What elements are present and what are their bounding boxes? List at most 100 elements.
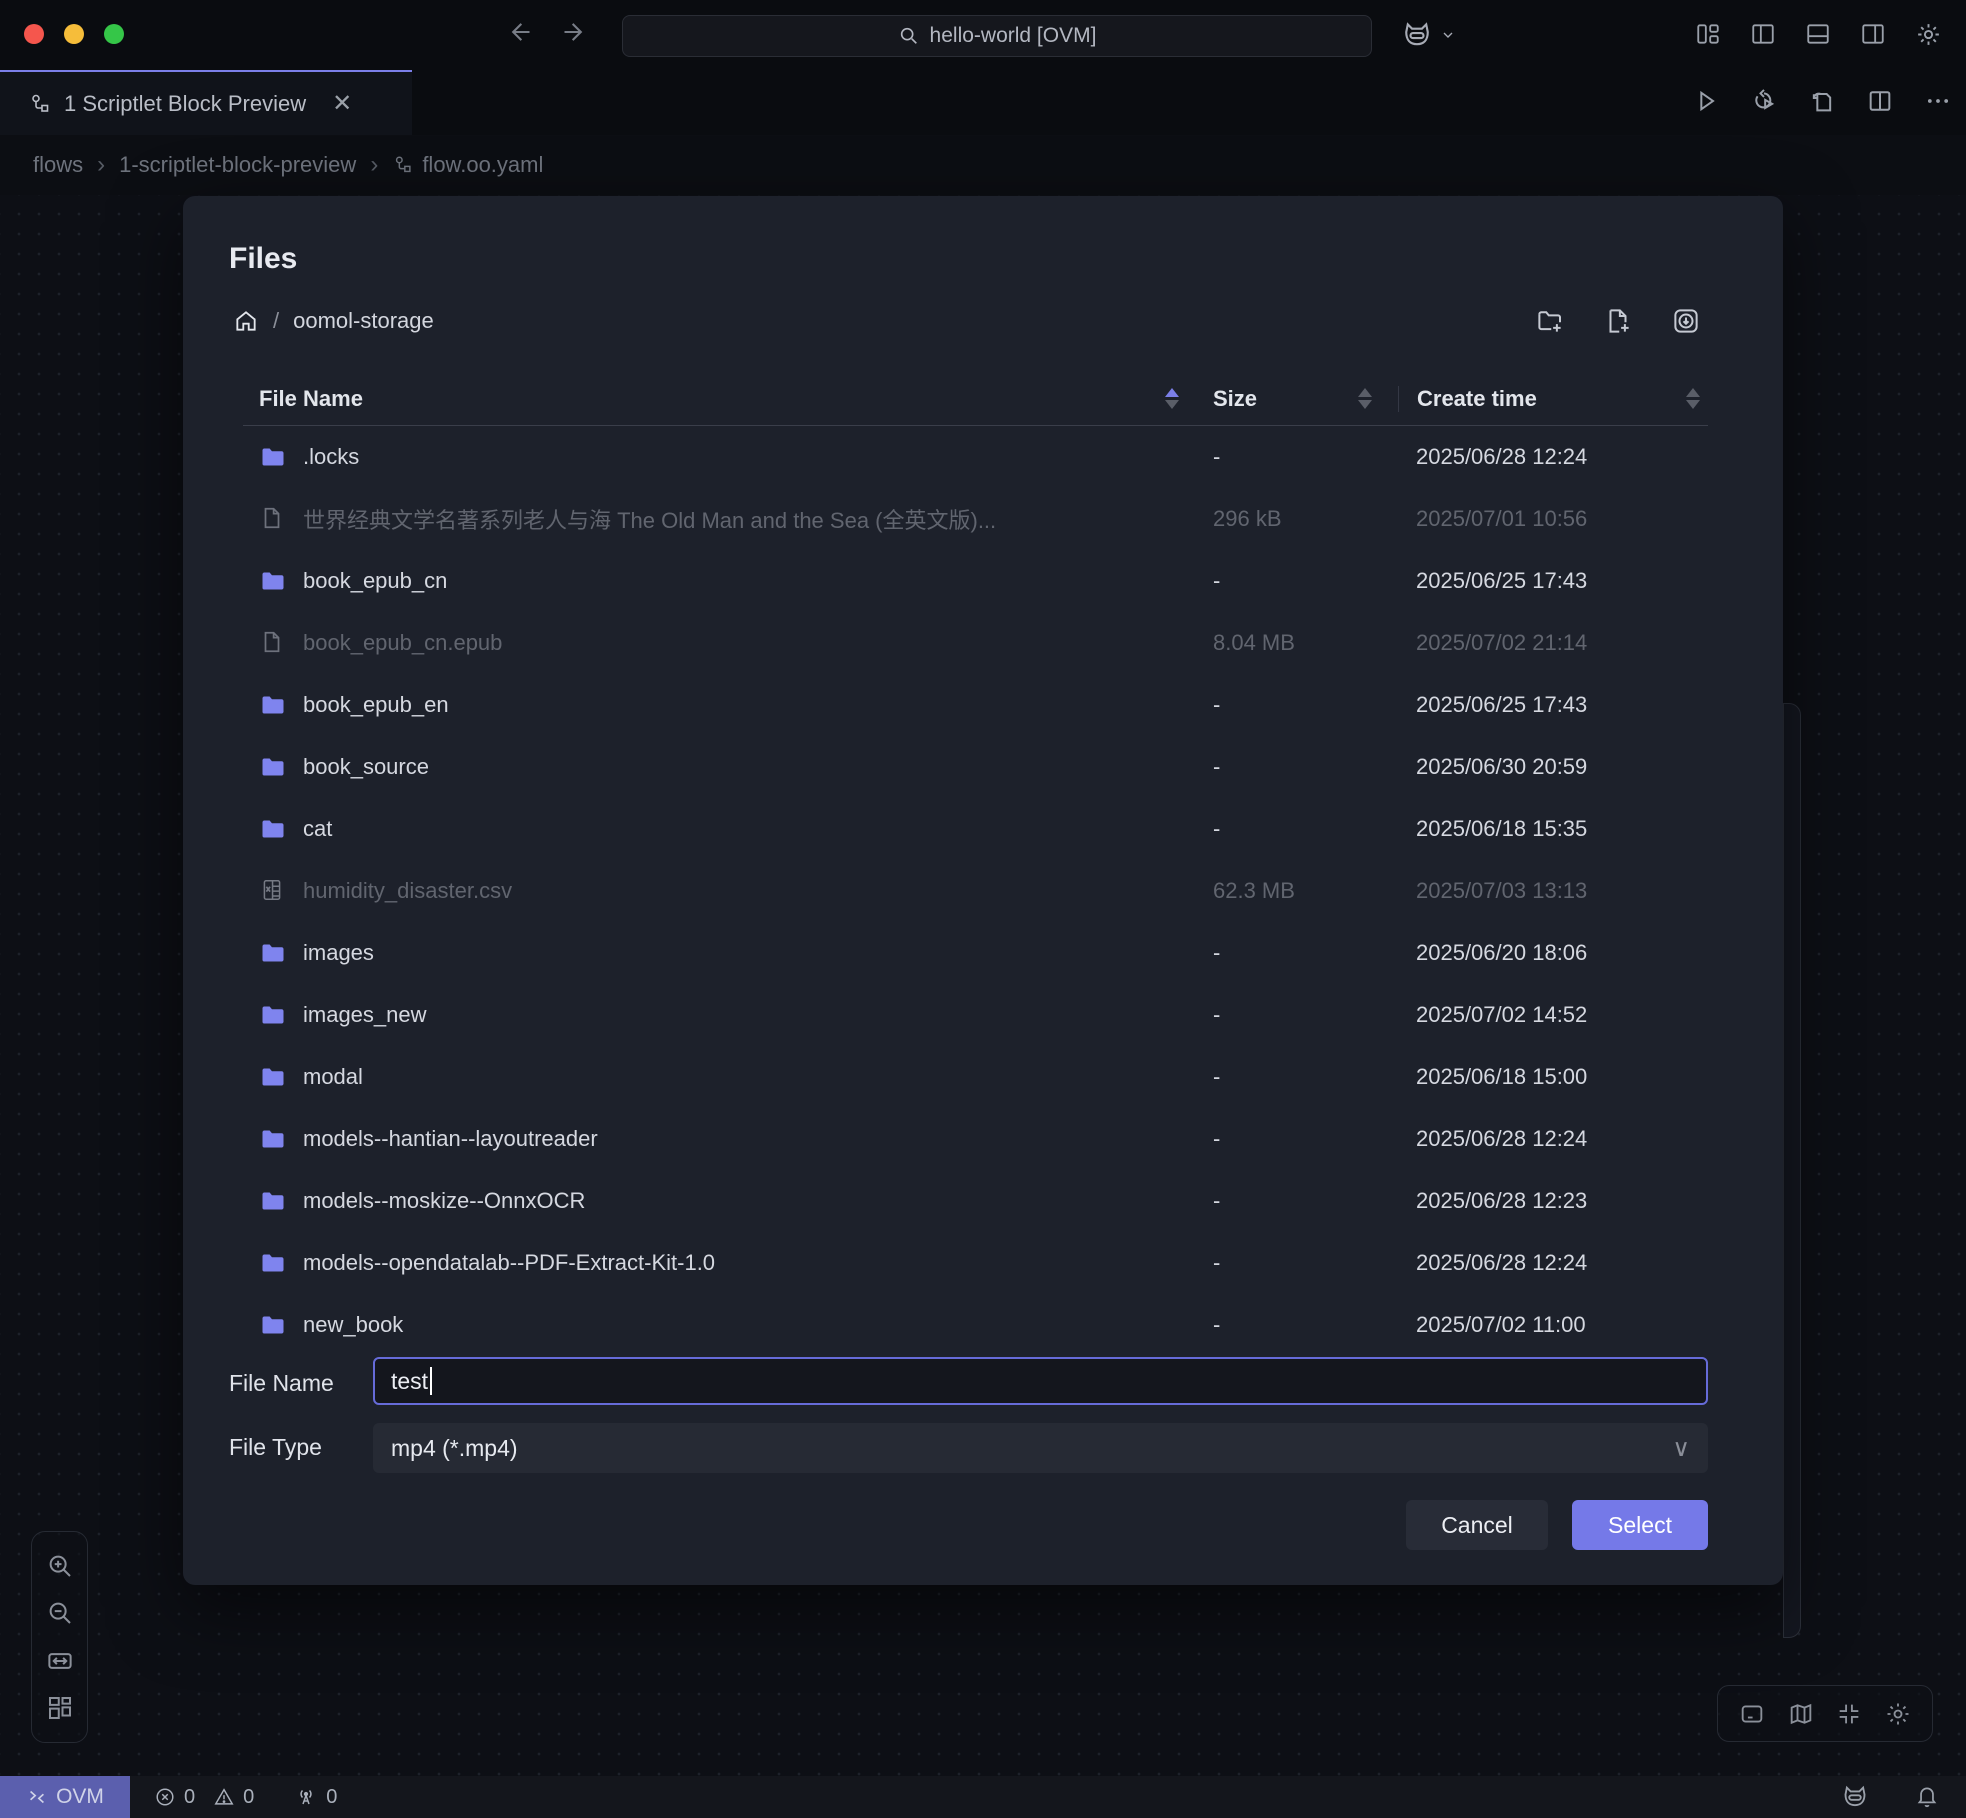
- column-header-file-name[interactable]: File Name: [243, 386, 1213, 412]
- new-folder-icon[interactable]: [1535, 306, 1565, 336]
- breadcrumb-separator: ›: [370, 151, 378, 179]
- table-row[interactable]: images - 2025/06/20 18:06: [243, 922, 1708, 984]
- spreadsheet-icon: [259, 877, 287, 905]
- auto-layout-icon[interactable]: [45, 1693, 75, 1723]
- tab-label: 1 Scriptlet Block Preview: [64, 91, 306, 117]
- file-name-cell: models--moskize--OnnxOCR: [303, 1188, 585, 1214]
- settings-gear-icon[interactable]: [1915, 21, 1942, 48]
- open-preview-icon[interactable]: [1808, 87, 1836, 115]
- new-file-icon[interactable]: [1603, 306, 1633, 336]
- toggle-secondary-sidebar-icon[interactable]: [1860, 21, 1886, 48]
- home-icon[interactable]: [233, 308, 259, 334]
- tab-scriptlet-block-preview[interactable]: 1 Scriptlet Block Preview ✕: [0, 70, 412, 135]
- table-row[interactable]: images_new - 2025/07/02 14:52: [243, 984, 1708, 1046]
- select-button[interactable]: Select: [1572, 1500, 1708, 1550]
- sort-create-time[interactable]: [1686, 388, 1700, 409]
- mascot-cat-icon: [1400, 18, 1434, 52]
- mascot-cat-icon[interactable]: [1840, 1782, 1870, 1812]
- folder-icon: [259, 1311, 287, 1339]
- folder-icon: [259, 1001, 287, 1029]
- settings-gear-icon[interactable]: [1884, 1700, 1912, 1728]
- center-view-icon[interactable]: [1835, 1700, 1863, 1728]
- folder-icon: [259, 1249, 287, 1277]
- sort-file-name[interactable]: [1165, 388, 1179, 409]
- assistant-menu[interactable]: [1400, 18, 1456, 52]
- file-name-label: File Name: [229, 1370, 334, 1397]
- breadcrumb-item-file[interactable]: flow.oo.yaml: [392, 152, 543, 178]
- toggle-primary-sidebar-icon[interactable]: [1750, 21, 1776, 48]
- zoom-out-icon[interactable]: [45, 1598, 75, 1628]
- run-icon[interactable]: [1692, 87, 1720, 115]
- table-row[interactable]: .locks - 2025/06/28 12:24: [243, 426, 1708, 488]
- folder-icon: [259, 939, 287, 967]
- fit-width-icon[interactable]: [45, 1646, 75, 1676]
- split-editor-icon[interactable]: [1866, 87, 1894, 115]
- minimize-window-button[interactable]: [64, 24, 84, 44]
- table-row[interactable]: models--hantian--layoutreader - 2025/06/…: [243, 1108, 1708, 1170]
- remote-icon: [26, 1786, 48, 1808]
- cancel-button[interactable]: Cancel: [1406, 1500, 1548, 1550]
- column-header-size[interactable]: Size: [1213, 386, 1398, 412]
- table-row[interactable]: modal - 2025/06/18 15:00: [243, 1046, 1708, 1108]
- more-actions-icon[interactable]: [1924, 87, 1952, 115]
- table-row[interactable]: models--moskize--OnnxOCR - 2025/06/28 12…: [243, 1170, 1708, 1232]
- file-size-cell: -: [1213, 940, 1398, 966]
- file-name-cell: book_epub_en: [303, 692, 449, 718]
- folder-icon: [259, 1187, 287, 1215]
- column-header-create-time[interactable]: Create time: [1398, 386, 1708, 412]
- breadcrumb-separator: ›: [97, 151, 105, 179]
- minimap-icon[interactable]: [1787, 1700, 1815, 1728]
- problems-indicator[interactable]: 0 0: [154, 1786, 254, 1809]
- file-name-cell: modal: [303, 1064, 363, 1090]
- file-create-time-cell: 2025/06/25 17:43: [1398, 692, 1708, 718]
- file-type-select[interactable]: mp4 (*.mp4) ∨: [373, 1423, 1708, 1473]
- file-create-time-cell: 2025/06/25 17:43: [1398, 568, 1708, 594]
- file-size-cell: -: [1213, 816, 1398, 842]
- close-tab-icon[interactable]: ✕: [332, 92, 352, 116]
- panel-toggle-icon[interactable]: [1738, 1700, 1766, 1728]
- file-type-label: File Type: [229, 1434, 322, 1461]
- download-icon[interactable]: [1671, 306, 1701, 336]
- sort-size[interactable]: [1358, 388, 1372, 409]
- file-name-cell: book_source: [303, 754, 429, 780]
- chevron-down-icon: [1440, 27, 1456, 43]
- table-row[interactable]: cat - 2025/06/18 15:35: [243, 798, 1708, 860]
- file-size-cell: -: [1213, 754, 1398, 780]
- remote-indicator-ovm[interactable]: OVM: [0, 1776, 130, 1818]
- search-icon: [898, 25, 920, 47]
- file-create-time-cell: 2025/07/03 13:13: [1398, 878, 1708, 904]
- breadcrumb-item-flows[interactable]: flows: [33, 152, 83, 178]
- file-create-time-cell: 2025/06/18 15:35: [1398, 816, 1708, 842]
- back-icon[interactable]: [505, 18, 533, 46]
- notifications-bell-icon[interactable]: [1914, 1784, 1940, 1810]
- rerun-icon[interactable]: [1750, 87, 1778, 115]
- file-name-cell: humidity_disaster.csv: [303, 878, 512, 904]
- file-create-time-cell: 2025/06/28 12:23: [1398, 1188, 1708, 1214]
- table-row[interactable]: book_epub_cn - 2025/06/25 17:43: [243, 550, 1708, 612]
- customize-layout-icon[interactable]: [1695, 21, 1721, 48]
- status-bar: OVM 0 0 0: [0, 1776, 1966, 1818]
- table-row[interactable]: book_epub_en - 2025/06/25 17:43: [243, 674, 1708, 736]
- zoom-window-button[interactable]: [104, 24, 124, 44]
- table-row[interactable]: book_source - 2025/06/30 20:59: [243, 736, 1708, 798]
- ports-indicator[interactable]: 0: [294, 1785, 337, 1809]
- canvas-zoom-toolbar: [31, 1531, 88, 1743]
- forward-icon[interactable]: [561, 18, 589, 46]
- file-name-input[interactable]: test: [373, 1357, 1708, 1405]
- toggle-panel-icon[interactable]: [1805, 21, 1831, 48]
- file-size-cell: 8.04 MB: [1213, 630, 1398, 656]
- folder-icon: [259, 1063, 287, 1091]
- path-current-folder[interactable]: oomol-storage: [293, 308, 434, 334]
- files-table-header: File Name Size Create time: [243, 372, 1708, 426]
- close-window-button[interactable]: [24, 24, 44, 44]
- zoom-in-icon[interactable]: [45, 1551, 75, 1581]
- breadcrumb-item-flow-folder[interactable]: 1-scriptlet-block-preview: [119, 152, 356, 178]
- file-size-cell: -: [1213, 1312, 1398, 1338]
- table-row[interactable]: models--opendatalab--PDF-Extract-Kit-1.0…: [243, 1232, 1708, 1294]
- path-separator: /: [273, 308, 279, 334]
- table-row[interactable]: 世界经典文学名著系列老人与海 The Old Man and the Sea (…: [243, 488, 1708, 550]
- table-row[interactable]: new_book - 2025/07/02 11:00: [243, 1294, 1708, 1354]
- table-row[interactable]: humidity_disaster.csv 62.3 MB 2025/07/03…: [243, 860, 1708, 922]
- command-center-search[interactable]: hello-world [OVM]: [622, 15, 1372, 57]
- table-row[interactable]: book_epub_cn.epub 8.04 MB 2025/07/02 21:…: [243, 612, 1708, 674]
